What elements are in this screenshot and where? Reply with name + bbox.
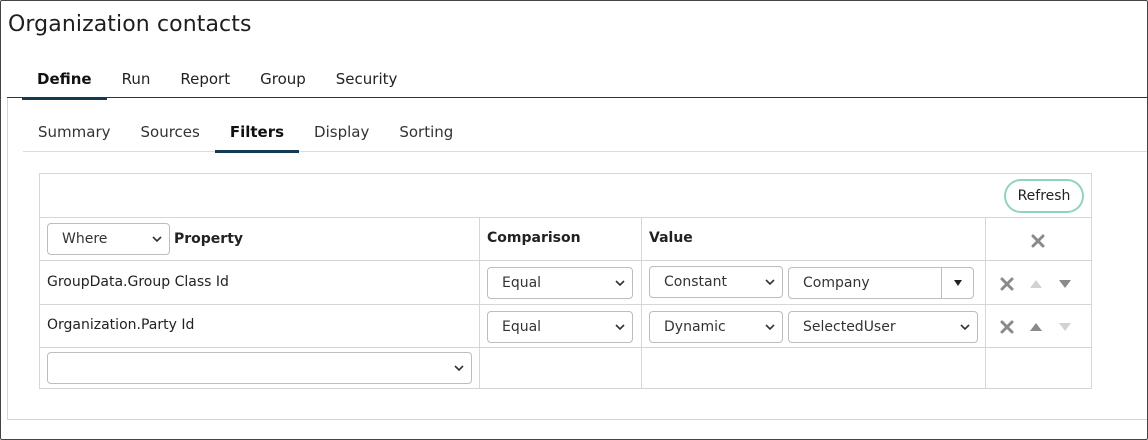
new-filter-row bbox=[40, 348, 1091, 389]
comparison-select[interactable]: Equal bbox=[487, 311, 633, 343]
filter-row: Organization.Party Id Equal Dynamic Sele… bbox=[40, 305, 1091, 348]
chevron-down-icon bbox=[765, 324, 775, 331]
value-combobox[interactable]: Company bbox=[788, 267, 974, 299]
chevron-down-icon bbox=[152, 236, 162, 243]
property-name: Organization.Party Id bbox=[47, 317, 195, 333]
chevron-down-icon bbox=[454, 365, 464, 372]
sub-tab-bar: Summary Sources Filters Display Sorting bbox=[23, 118, 1147, 153]
combobox-dropdown-button[interactable] bbox=[941, 268, 973, 298]
remove-row-icon[interactable] bbox=[1000, 320, 1014, 334]
subtab-summary[interactable]: Summary bbox=[23, 118, 126, 152]
property-name: GroupData.Group Class Id bbox=[47, 274, 229, 290]
triangle-down-icon bbox=[953, 280, 962, 286]
tab-security[interactable]: Security bbox=[321, 68, 413, 98]
filter-grid: Refresh Where Property Comparison Value bbox=[39, 173, 1092, 389]
main-tab-bar: Define Run Report Group Security bbox=[7, 68, 1148, 100]
value-type-select[interactable]: Dynamic bbox=[649, 311, 783, 343]
comparison-header: Comparison bbox=[487, 230, 581, 246]
chevron-down-icon bbox=[960, 324, 970, 331]
move-up-icon[interactable] bbox=[1029, 320, 1043, 334]
filter-toolbar: Refresh bbox=[40, 174, 1091, 218]
subtab-sorting[interactable]: Sorting bbox=[384, 118, 468, 152]
property-header: Property bbox=[174, 231, 244, 247]
define-panel: Summary Sources Filters Display Sorting … bbox=[7, 98, 1147, 420]
subtab-sources[interactable]: Sources bbox=[126, 118, 215, 152]
new-property-select[interactable] bbox=[47, 352, 472, 384]
where-select[interactable]: Where bbox=[47, 223, 170, 255]
chevron-down-icon bbox=[615, 324, 625, 331]
move-down-icon[interactable] bbox=[1058, 277, 1072, 291]
chevron-down-icon bbox=[765, 279, 775, 286]
remove-row-icon[interactable] bbox=[1000, 277, 1014, 291]
value-select[interactable]: SelectedUser bbox=[788, 311, 978, 343]
move-down-icon[interactable] bbox=[1058, 320, 1072, 334]
value-header: Value bbox=[649, 230, 693, 246]
remove-all-icon[interactable] bbox=[1031, 234, 1045, 248]
tab-group[interactable]: Group bbox=[245, 68, 321, 98]
subtab-filters[interactable]: Filters bbox=[214, 118, 300, 153]
move-up-icon[interactable] bbox=[1029, 277, 1043, 291]
refresh-button[interactable]: Refresh bbox=[1004, 179, 1084, 213]
value-type-select[interactable]: Constant bbox=[649, 266, 783, 298]
page-title: Organization contacts bbox=[8, 12, 252, 37]
subtab-display[interactable]: Display bbox=[299, 118, 384, 152]
tab-report[interactable]: Report bbox=[165, 68, 245, 98]
filter-row: GroupData.Group Class Id Equal Constant … bbox=[40, 261, 1091, 305]
comparison-select[interactable]: Equal bbox=[487, 267, 633, 299]
tab-run[interactable]: Run bbox=[107, 68, 166, 98]
chevron-down-icon bbox=[615, 280, 625, 287]
filter-header-row: Where Property Comparison Value bbox=[40, 218, 1091, 261]
tab-define[interactable]: Define bbox=[22, 68, 107, 100]
